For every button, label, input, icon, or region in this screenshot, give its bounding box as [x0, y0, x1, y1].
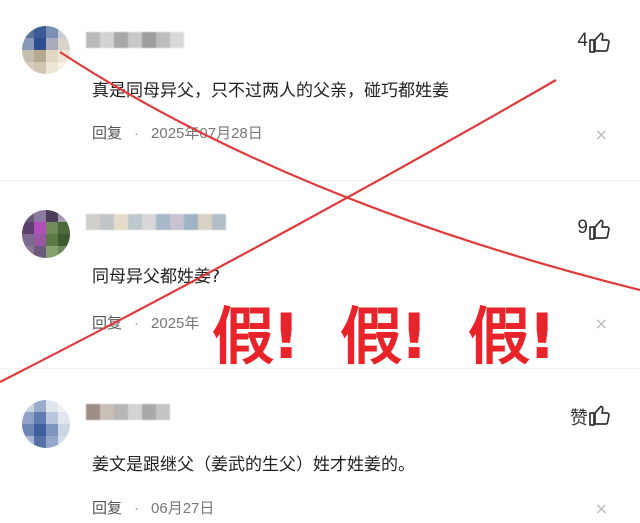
- fake-stamp: 假!: [466, 298, 558, 375]
- fake-stamp: 假!: [338, 298, 430, 375]
- cross-stroke-1: [59, 51, 640, 292]
- red-cross-overlay: [0, 51, 640, 383]
- fake-stamp: 假!: [210, 298, 302, 375]
